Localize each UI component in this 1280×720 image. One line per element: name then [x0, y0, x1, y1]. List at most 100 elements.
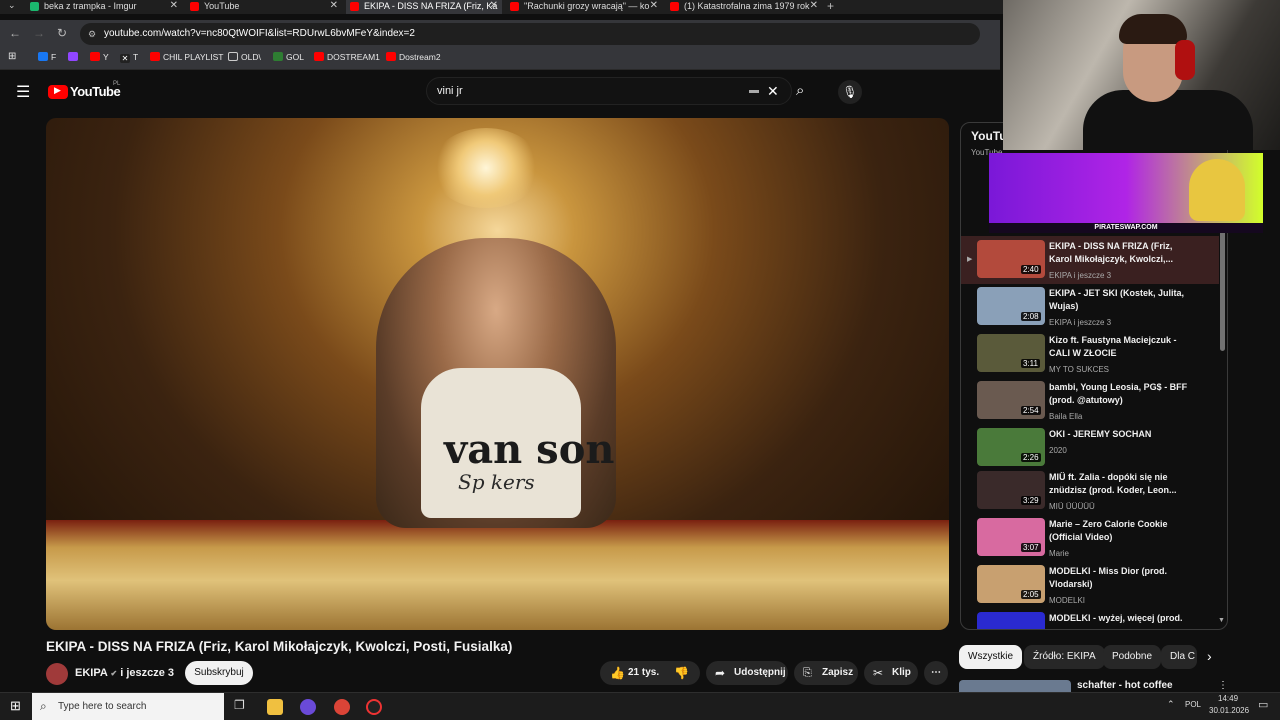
- tray-chevron-icon[interactable]: ⌃: [1167, 699, 1175, 710]
- bookmark-label: OLD\: [241, 52, 261, 62]
- close-icon[interactable]: ✕: [810, 0, 818, 12]
- bookmark-label: DOSTREAM1: [327, 52, 380, 62]
- clip-label: Klip: [892, 667, 911, 678]
- chip-source-ekipa[interactable]: Źródło: EKIPA: [1024, 645, 1105, 669]
- like-count[interactable]: 21 tys.: [628, 661, 659, 685]
- tab-title: (1) Katastrofalna zima 1979 rok: [684, 1, 810, 11]
- chip-for-you[interactable]: Dla C: [1161, 645, 1197, 669]
- playlist-item[interactable]: 3:07 Marie – Zero Calorie Cookie (Offici…: [977, 518, 1227, 562]
- bookmark-dostream2[interactable]: Dostream2: [386, 52, 441, 62]
- shirt-text: van son: [444, 426, 615, 473]
- next-video-title[interactable]: schafter - hot coffee: [1077, 680, 1173, 691]
- more-actions-icon[interactable]: ⋯: [924, 661, 948, 685]
- search-value: vini jr: [437, 85, 463, 97]
- duration-badge: 2:05: [1021, 590, 1041, 599]
- close-icon[interactable]: ✕: [170, 0, 178, 12]
- clock-date[interactable]: 30.01.2026: [1209, 706, 1249, 715]
- playlist-title: YouTu: [971, 129, 1007, 143]
- playlist-item-channel: EKIPA i jeszcze 3: [1049, 318, 1112, 327]
- tab-youtube[interactable]: YouTube ✕: [186, 0, 342, 14]
- chrome-icon[interactable]: [334, 699, 350, 715]
- tab-search-chevron-icon[interactable]: ⌄: [8, 0, 16, 11]
- clock-time[interactable]: 14:49: [1218, 694, 1238, 703]
- duration-badge: 3:07: [1021, 543, 1041, 552]
- playlist-item[interactable]: MODELKI - wyżej, więcej (prod.: [977, 612, 1227, 629]
- tab-imgur[interactable]: beka z trampka - Imgur ✕: [26, 0, 182, 14]
- thumbs-down-icon[interactable]: 👎: [674, 661, 689, 685]
- chip-all[interactable]: Wszystkie: [959, 645, 1022, 669]
- close-icon[interactable]: ✕: [330, 0, 338, 12]
- site-info-icon[interactable]: ⚙: [88, 23, 96, 45]
- playlist-item[interactable]: 2:08 EKIPA - JET SKI (Kostek, Julita, Wu…: [977, 287, 1227, 331]
- next-video-thumbnail[interactable]: [959, 680, 1071, 692]
- obs-icon[interactable]: [366, 699, 382, 715]
- youtube-icon: [386, 52, 396, 61]
- task-view-icon[interactable]: ❐: [234, 698, 245, 712]
- clip-button[interactable]: ✂ Klip: [864, 661, 918, 685]
- notifications-icon[interactable]: ▭: [1258, 698, 1268, 711]
- duration-badge: 2:40: [1021, 265, 1041, 274]
- bookmark-chil-playlist[interactable]: CHIL PLAYLIST: [150, 52, 223, 62]
- share-button[interactable]: ➦ Udostępnij: [706, 661, 788, 685]
- channel-name[interactable]: EKIPA ✔ i jeszcze 3: [75, 667, 174, 679]
- bookmark-gol[interactable]: GOL: [273, 52, 304, 62]
- forward-arrow-icon[interactable]: →: [33, 26, 45, 40]
- hamburger-menu-icon[interactable]: ☰: [16, 82, 30, 102]
- sponsor-caption: PIRATESWAP.COM: [1094, 224, 1158, 231]
- bookmark-x[interactable]: ✕ T: [120, 52, 138, 63]
- channel-avatar[interactable]: [46, 663, 68, 685]
- playlist-item[interactable]: 3:11 Kizo ft. Faustyna Maciejczuk - CALI…: [977, 334, 1227, 378]
- playlist-item[interactable]: 2:26 OKI - JEREMY SOCHAN 2020: [977, 428, 1227, 472]
- search-icon[interactable]: ⌕: [796, 82, 804, 99]
- tab-ekipa-active[interactable]: EKIPA - DISS NA FRIZA (Friz, Ka ✕: [346, 0, 502, 14]
- microphone-icon[interactable]: 🎙: [838, 80, 862, 104]
- chevron-right-icon[interactable]: ›: [1207, 648, 1212, 664]
- chip-similar[interactable]: Podobne: [1103, 645, 1162, 669]
- bookmark-label: T: [133, 52, 139, 62]
- taskbar-search-input[interactable]: ⌕ Type here to search: [32, 693, 224, 720]
- imgur-favicon-icon: [30, 2, 39, 11]
- headset-art: [1175, 40, 1195, 80]
- thumbs-up-icon[interactable]: 👍: [610, 661, 625, 685]
- playlist-item-channel: Baila Ella: [1049, 412, 1083, 421]
- new-tab-button[interactable]: +: [827, 0, 834, 13]
- clear-search-icon[interactable]: ✕: [767, 78, 779, 104]
- tab-katastrofalna[interactable]: (1) Katastrofalna zima 1979 rok ✕: [666, 0, 822, 14]
- video-player[interactable]: van son Sp kers: [46, 118, 949, 630]
- close-icon[interactable]: ✕: [490, 0, 498, 12]
- file-explorer-icon[interactable]: [267, 699, 283, 715]
- save-label: Zapisz: [822, 667, 854, 678]
- channel-name-text: EKIPA: [75, 667, 108, 679]
- video-thumbnail: [977, 612, 1045, 629]
- bookmark-dostream1[interactable]: DOSTREAM1: [314, 52, 380, 62]
- playlist-item[interactable]: 2:05 MODELKI - Miss Dior (prod. Vlodarsk…: [977, 565, 1227, 609]
- youtube-favicon-icon: [670, 2, 679, 11]
- tab-rachunki[interactable]: "Rachunki grozy wracają" — ko ✕: [506, 0, 662, 14]
- windows-taskbar: ⊞ ⌕ Type here to search ❐ ⌃ POL 14:49 30…: [0, 692, 1280, 720]
- youtube-icon: [90, 52, 100, 61]
- chandelier-art: [431, 128, 541, 208]
- playlist-item[interactable]: 2:54 bambi, Young Leosia, PG$ - BFF (pro…: [977, 381, 1227, 425]
- discord-icon[interactable]: [300, 699, 316, 715]
- playlist-item[interactable]: ▶ 2:40 EKIPA - DISS NA FRIZA (Friz, Karo…: [967, 240, 1227, 284]
- bookmark-youtube[interactable]: Y: [90, 52, 109, 62]
- close-icon[interactable]: ✕: [650, 0, 658, 12]
- taskbar-search-placeholder: Type here to search: [58, 701, 147, 712]
- language-indicator[interactable]: POL: [1185, 700, 1201, 709]
- now-playing-icon: ▶: [967, 256, 973, 263]
- back-arrow-icon[interactable]: ←: [9, 26, 21, 40]
- subscribe-button[interactable]: Subskrybuj: [185, 661, 253, 685]
- url-field[interactable]: ⚙ youtube.com/watch?v=nc80QtWOIFI&list=R…: [80, 23, 980, 45]
- apps-grid-icon[interactable]: ⊞: [8, 51, 16, 62]
- search-input[interactable]: vini jr ▬ ✕: [426, 77, 792, 105]
- playlist-item-title: bambi, Young Leosia, PG$ - BFF (prod. @a…: [1049, 382, 1188, 405]
- bookmark-folder-old[interactable]: OLD\: [228, 52, 261, 62]
- reload-icon[interactable]: ↻: [57, 26, 67, 40]
- more-vertical-icon[interactable]: ⋮: [1218, 680, 1228, 691]
- playlist-item[interactable]: 3:29 MIÜ ft. Zalia - dopóki się nie znüd…: [977, 471, 1227, 515]
- keyboard-icon[interactable]: ▬: [749, 78, 759, 104]
- bookmark-facebook[interactable]: F: [38, 52, 56, 62]
- windows-start-icon[interactable]: ⊞: [10, 698, 21, 714]
- save-button[interactable]: ⎘ Zapisz: [794, 661, 858, 685]
- bookmark-twitch[interactable]: [68, 52, 81, 62]
